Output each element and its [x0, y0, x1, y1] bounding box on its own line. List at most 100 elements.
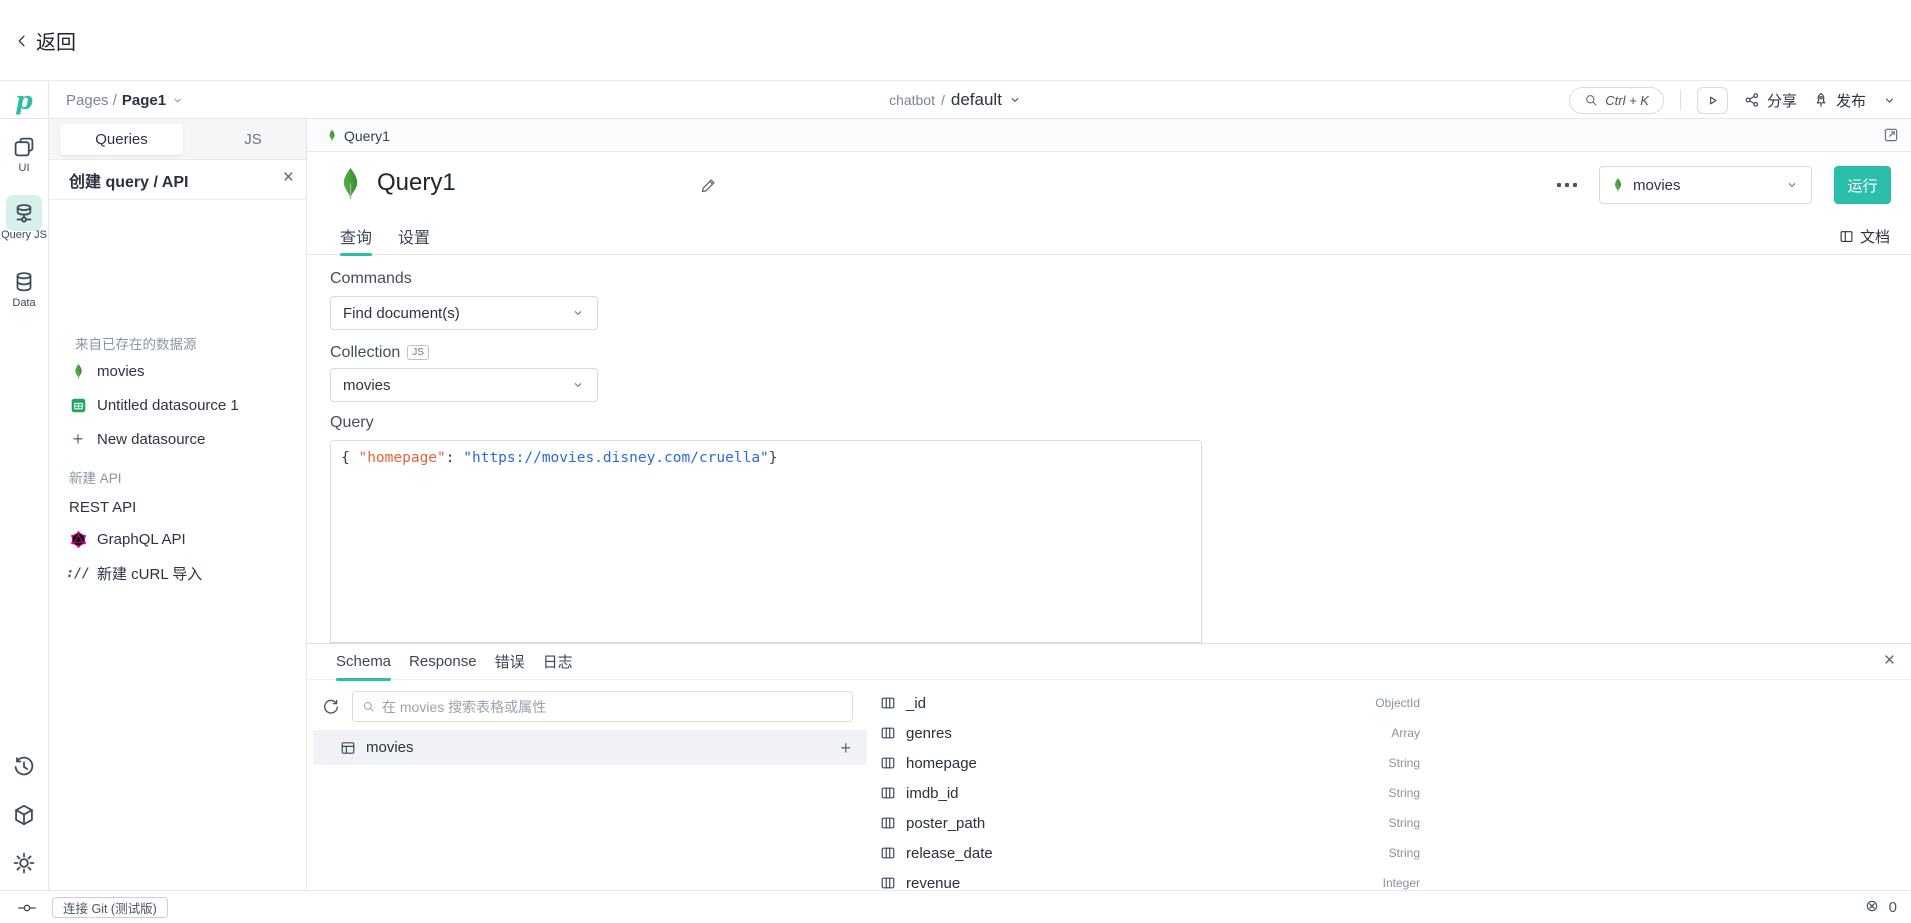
sidebar-title-row: 创建 query / API × — [49, 160, 306, 200]
chevron-down-icon — [571, 378, 585, 392]
editor-tab-strip: Query1 — [307, 119, 1911, 152]
tab-schema[interactable]: Schema — [336, 644, 391, 680]
api-label: GraphQL API — [97, 531, 186, 548]
columns-icon — [880, 755, 896, 771]
commands-select[interactable]: Find document(s) — [330, 296, 598, 330]
refresh-schema-icon[interactable] — [322, 698, 340, 716]
share-label: 分享 — [1767, 90, 1797, 111]
open-query-tab-label: Query1 — [344, 128, 390, 144]
api-item-rest[interactable]: REST API — [69, 495, 136, 519]
graphql-icon — [69, 531, 87, 548]
commands-label: Commands — [330, 270, 412, 288]
field-name: genres — [906, 725, 952, 742]
rail-item-queryjs[interactable]: Query JS — [0, 202, 48, 241]
omnibar-search[interactable]: Ctrl + K — [1569, 87, 1664, 114]
publish-options-chevron-icon[interactable] — [1882, 93, 1897, 108]
curl-icon: :// — [69, 566, 87, 581]
columns-icon — [880, 815, 896, 831]
gear-icon — [12, 851, 36, 875]
datasource-item-untitled[interactable]: Untitled datasource 1 — [69, 393, 239, 417]
breadcrumb[interactable]: Pages / Page1 — [66, 81, 184, 119]
search-icon — [1584, 93, 1598, 107]
datasource-item-movies[interactable]: movies — [69, 359, 145, 383]
app-name: chatbot — [889, 92, 935, 108]
layers-icon — [12, 135, 36, 159]
rail-item-data[interactable]: Data — [0, 270, 48, 309]
commands-select-value: Find document(s) — [343, 305, 460, 322]
publish-label: 发布 — [1836, 90, 1866, 111]
rail-item-settings[interactable] — [0, 851, 48, 875]
field-name: homepage — [906, 755, 977, 772]
api-item-graphql[interactable]: GraphQL API — [69, 527, 186, 551]
open-query-tab[interactable]: Query1 — [327, 119, 1911, 152]
status-right: ⊗ 0 — [1865, 891, 1897, 923]
schema-table-row[interactable]: movies + — [313, 730, 867, 765]
api-item-curl[interactable]: :// 新建 cURL 导入 — [69, 561, 202, 585]
database-network-icon — [12, 202, 36, 226]
new-datasource-button[interactable]: + New datasource — [69, 427, 205, 451]
schema-search-input[interactable] — [382, 699, 843, 715]
tab-response[interactable]: Response — [409, 644, 477, 680]
schema-field-row[interactable]: homepage String — [880, 748, 1420, 778]
schema-field-row[interactable]: _id ObjectId — [880, 688, 1420, 718]
environment-name[interactable]: default — [951, 90, 1002, 110]
tab-queries[interactable]: Queries — [60, 124, 183, 155]
add-column-icon[interactable]: + — [840, 739, 851, 757]
close-icon[interactable]: × — [1884, 651, 1895, 670]
chevron-down-icon[interactable] — [1008, 93, 1022, 107]
collection-select[interactable]: movies — [330, 368, 598, 402]
share-icon — [1744, 92, 1760, 108]
schema-field-row[interactable]: genres Array — [880, 718, 1420, 748]
rail-item-library[interactable] — [0, 803, 48, 827]
field-type: String — [1389, 786, 1420, 800]
js-badge[interactable]: JS — [407, 345, 429, 360]
edit-name-pencil-icon[interactable] — [700, 177, 717, 194]
datasource-select[interactable]: movies — [1599, 166, 1812, 204]
schema-search — [352, 691, 853, 722]
schema-field-row[interactable]: poster_path String — [880, 808, 1420, 838]
new-datasource-label: New datasource — [97, 431, 205, 448]
tab-logs[interactable]: 日志 — [543, 644, 573, 680]
query-code-editor[interactable]: { "homepage": "https://movies.disney.com… — [330, 440, 1202, 643]
query-editor: Query1 Query1 movies 运行 查询 设置 文档 Comma — [307, 119, 1911, 890]
tab-query[interactable]: 查询 — [340, 218, 372, 255]
schema-field-list: _id ObjectId genres Array homepage Strin… — [880, 688, 1420, 898]
close-icon[interactable]: × — [283, 168, 294, 187]
git-commit-icon — [18, 899, 36, 917]
docs-link[interactable]: 文档 — [1839, 218, 1890, 255]
code-value: "https://movies.disney.com/cruella" — [463, 450, 769, 466]
preview-button[interactable] — [1697, 87, 1728, 114]
bottom-panel: Schema Response 错误 日志 × movies + _id Obj… — [307, 643, 1911, 890]
rail-item-ui[interactable]: UI — [0, 135, 48, 174]
datasource-select-value: movies — [1633, 177, 1681, 194]
schema-field-row[interactable]: imdb_id String — [880, 778, 1420, 808]
back-button[interactable]: 返回 — [14, 26, 76, 55]
tab-settings[interactable]: 设置 — [398, 218, 430, 255]
connect-git-button[interactable]: 连接 Git (测试版) — [52, 897, 168, 918]
query-name[interactable]: Query1 — [377, 169, 456, 197]
run-button[interactable]: 运行 — [1834, 166, 1891, 204]
more-actions-icon[interactable] — [1557, 183, 1577, 187]
schema-field-row[interactable]: release_date String — [880, 838, 1420, 868]
error-count-icon[interactable]: ⊗ — [1865, 899, 1878, 915]
chevron-down-icon — [171, 94, 184, 107]
columns-icon — [880, 785, 896, 801]
header-actions: Ctrl + K 分享 发布 — [1569, 81, 1897, 119]
rail-queryjs-label: Query JS — [0, 229, 48, 241]
play-icon — [1705, 93, 1720, 108]
tab-js[interactable]: JS — [217, 124, 289, 155]
mongodb-leaf-icon — [337, 166, 364, 201]
app-logo[interactable]: p — [0, 81, 49, 119]
share-button[interactable]: 分享 — [1744, 90, 1797, 111]
field-name: poster_path — [906, 815, 985, 832]
left-rail: UI Query JS Data — [0, 119, 49, 890]
publish-button[interactable]: 发布 — [1813, 90, 1866, 111]
breadcrumb-root: Pages / — [66, 92, 117, 109]
collection-label: CollectionJS — [330, 344, 429, 362]
columns-icon — [880, 725, 896, 741]
field-type: String — [1389, 816, 1420, 830]
open-canvas-icon[interactable] — [1883, 127, 1899, 143]
tab-errors[interactable]: 错误 — [495, 644, 525, 680]
chevron-down-icon — [1785, 178, 1799, 192]
rail-item-history[interactable] — [0, 755, 48, 779]
